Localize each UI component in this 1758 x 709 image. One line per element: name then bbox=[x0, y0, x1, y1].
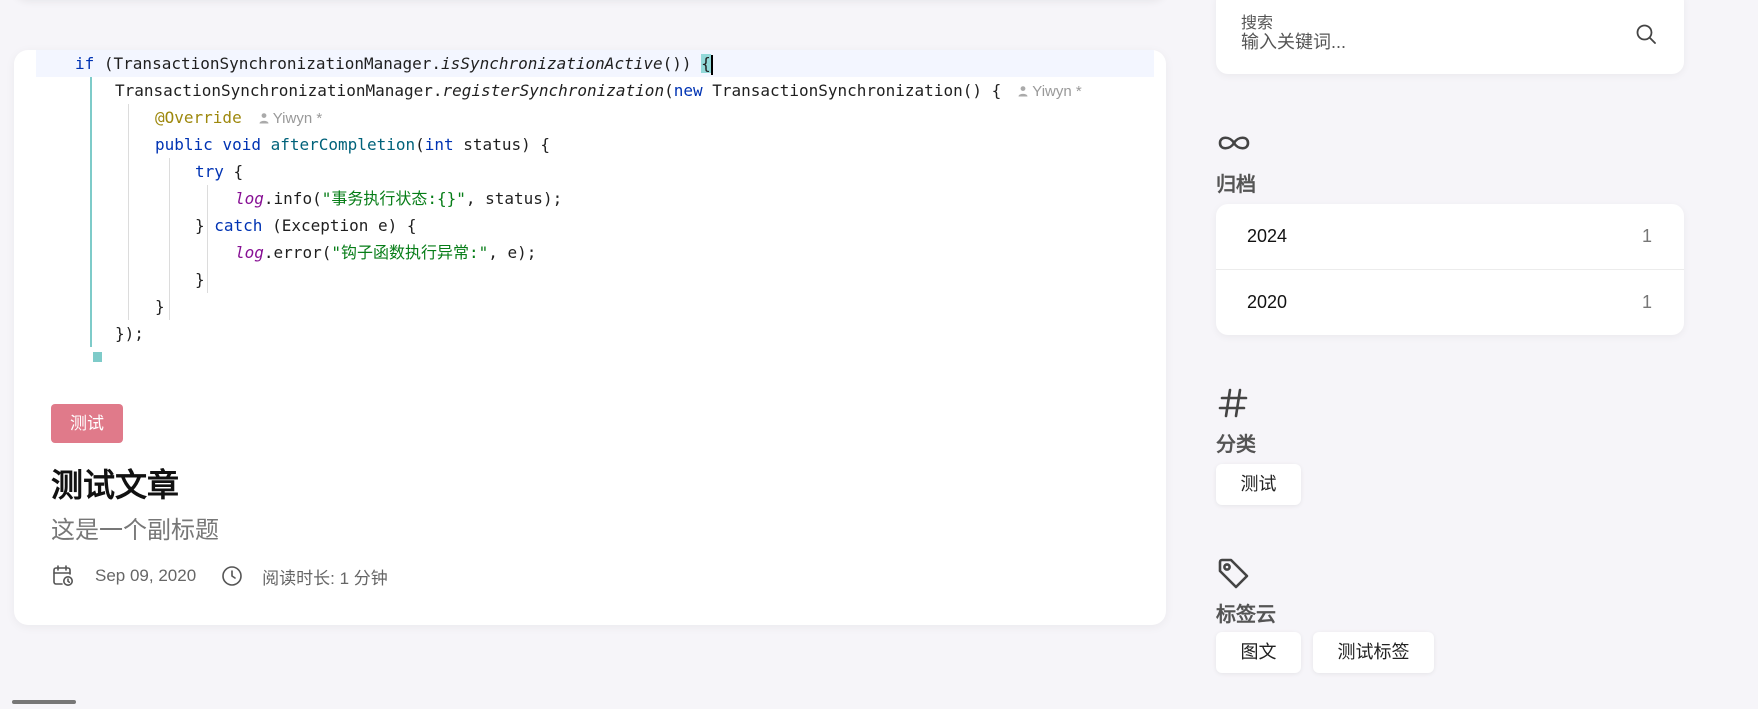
code-line: try { bbox=[195, 162, 244, 181]
archive-year: 2020 bbox=[1247, 292, 1288, 312]
category-badge[interactable]: 测试 bbox=[51, 404, 123, 443]
archive-title: 归档 bbox=[1216, 174, 1256, 196]
search-icon[interactable] bbox=[1634, 22, 1658, 46]
tags-title: 标签云 bbox=[1216, 604, 1276, 626]
hash-icon bbox=[1218, 388, 1248, 418]
reading-time: 阅读时长: 1 分钟 bbox=[262, 568, 388, 588]
code-line: } bbox=[195, 270, 205, 289]
code-line: public void afterCompletion(int status) … bbox=[155, 135, 550, 154]
code-line: } bbox=[155, 297, 165, 316]
code-indent-guide bbox=[90, 77, 92, 347]
archive-list: 2024 1 2020 1 bbox=[1216, 204, 1684, 335]
code-line: @Override Yiwyn * bbox=[155, 108, 323, 127]
infinity-icon bbox=[1218, 136, 1250, 150]
user-icon bbox=[259, 113, 269, 124]
search-card: 搜索 bbox=[1216, 0, 1684, 74]
post-meta: Sep 09, 2020 阅读时长: 1 分钟 bbox=[51, 562, 388, 590]
archive-item-2020[interactable]: 2020 1 bbox=[1216, 270, 1684, 335]
archive-count: 1 bbox=[1641, 226, 1652, 246]
code-line: } catch (Exception e) { bbox=[195, 216, 417, 235]
archive-item-2024[interactable]: 2024 1 bbox=[1216, 204, 1684, 270]
code-indent-guide bbox=[169, 158, 170, 320]
search-input[interactable] bbox=[1241, 32, 1601, 53]
search-label: 搜索 bbox=[1241, 15, 1274, 32]
post-subtitle: 这是一个副标题 bbox=[51, 517, 219, 544]
archive-count: 1 bbox=[1641, 292, 1652, 312]
category-chip[interactable]: 测试 bbox=[1216, 464, 1301, 505]
clock-icon bbox=[222, 566, 242, 586]
post-title[interactable]: 测试文章 bbox=[51, 460, 179, 506]
archive-year: 2024 bbox=[1247, 226, 1288, 246]
code-line: log.error("钩子函数执行异常:", e); bbox=[235, 243, 537, 262]
code-screenshot: if (TransactionSynchronizationManager.is… bbox=[36, 50, 1154, 362]
code-line: log.info("事务执行状态:{}", status); bbox=[235, 189, 563, 208]
code-line: }); bbox=[115, 324, 144, 343]
code-indent-guide bbox=[128, 104, 129, 320]
tag-icon bbox=[1218, 558, 1249, 589]
tag-chip[interactable]: 图文 bbox=[1216, 632, 1301, 673]
code-line: if (TransactionSynchronizationManager.is… bbox=[36, 50, 1154, 77]
scroll-indicator bbox=[12, 700, 76, 704]
code-brace-match-marker bbox=[93, 352, 102, 362]
categories-title: 分类 bbox=[1216, 434, 1256, 456]
tag-chip[interactable]: 测试标签 bbox=[1313, 632, 1434, 673]
post-date: Sep 09, 2020 bbox=[95, 566, 197, 585]
user-icon bbox=[1018, 86, 1028, 97]
code-line: TransactionSynchronizationManager.regist… bbox=[115, 81, 1082, 100]
text-cursor bbox=[710, 54, 713, 75]
calendar-clock-icon bbox=[53, 565, 73, 586]
code-indent-guide bbox=[207, 185, 208, 293]
